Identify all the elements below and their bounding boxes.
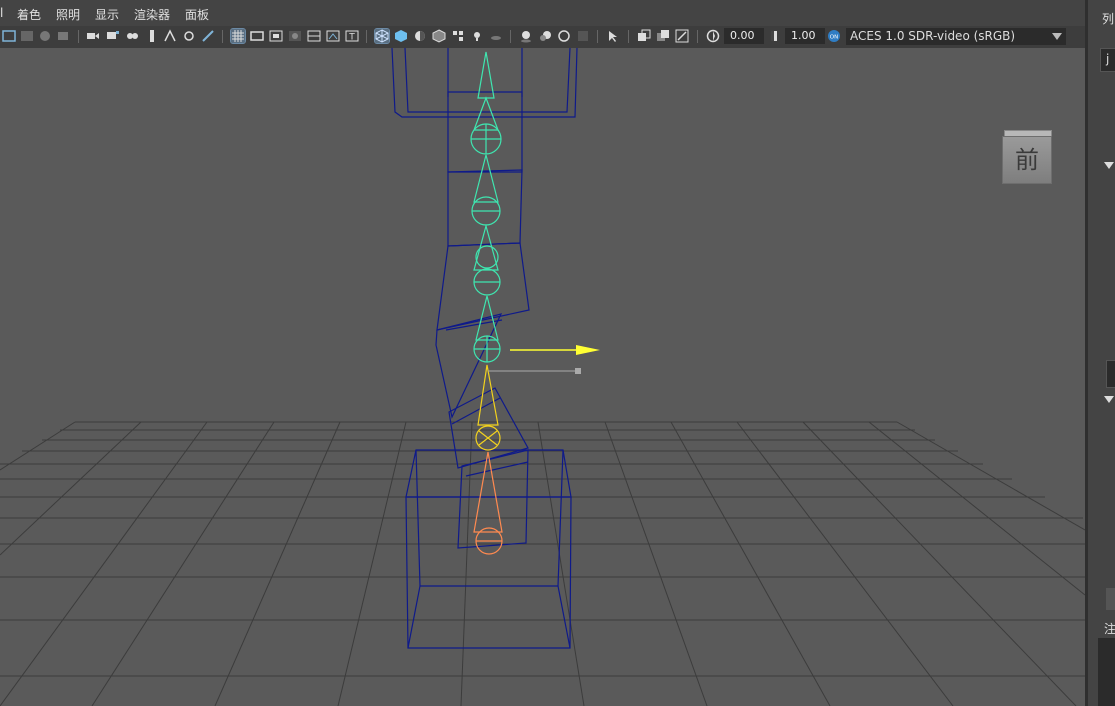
colorspace-value: ACES 1.0 SDR-video (sRGB) — [850, 29, 1016, 43]
exposure-icon[interactable] — [706, 29, 720, 43]
default-material-icon[interactable] — [413, 29, 427, 43]
collapse-arrow-icon[interactable] — [1104, 396, 1114, 403]
toolbar-divider — [78, 30, 79, 43]
resolution-gate-icon[interactable] — [269, 29, 283, 43]
select-camera-icon[interactable] — [2, 29, 16, 43]
paint-icon[interactable] — [201, 29, 215, 43]
gamma-field[interactable]: 1.00 — [785, 28, 825, 44]
xray-joints-toggle-icon[interactable] — [675, 29, 689, 43]
scene-canvas — [0, 48, 1085, 706]
view-cube[interactable]: 前 — [1002, 130, 1052, 184]
joint-chain-foot — [473, 451, 503, 555]
menu-item-panels[interactable]: 面板 — [185, 6, 209, 23]
toolbar-divider — [366, 30, 367, 43]
toolbar-divider — [510, 30, 511, 43]
viewport-toolbar: T 0.00 1.00 ON ACES 1.0 SDR-video (sRGB) — [0, 26, 1088, 49]
chevron-down-icon — [1052, 33, 1062, 40]
screen-space-ao-icon[interactable] — [519, 29, 533, 43]
xray-active-components-icon[interactable] — [656, 29, 670, 43]
toolbar-divider — [697, 30, 698, 43]
xray-icon[interactable] — [637, 29, 651, 43]
svg-text:T: T — [348, 33, 355, 43]
gamma-icon[interactable] — [767, 29, 781, 43]
foot-control-box — [405, 449, 572, 649]
side-panel-box[interactable] — [1106, 360, 1115, 388]
grid-toggle-icon[interactable] — [163, 29, 177, 43]
multisample-aa-icon[interactable] — [557, 29, 571, 43]
wireframe-icon[interactable] — [374, 28, 390, 44]
camera-icon[interactable] — [86, 29, 100, 43]
grid-icon[interactable] — [230, 28, 246, 44]
colorspace-badge: ON — [830, 35, 838, 41]
toolbar-divider — [222, 30, 223, 43]
view-transform-icon[interactable]: ON — [827, 29, 841, 43]
side-panel-button[interactable] — [1106, 588, 1115, 610]
exposure-field[interactable]: 0.00 — [724, 28, 764, 44]
collapse-arrow-icon[interactable] — [1104, 162, 1114, 169]
use-all-lights-icon[interactable] — [470, 29, 484, 43]
grease-pencil-icon[interactable] — [145, 29, 159, 43]
toolbar-divider — [597, 30, 598, 43]
view-cube-front-face[interactable]: 前 — [1002, 136, 1052, 184]
side-panel-field-text: j — [1106, 52, 1110, 66]
xray-joints-icon[interactable] — [182, 29, 196, 43]
bone-control-boxes — [435, 91, 530, 549]
side-panel: 列 j 注 — [1088, 0, 1115, 706]
side-panel-field[interactable]: j — [1100, 48, 1115, 72]
perspective-viewport[interactable]: 前 — [0, 48, 1085, 706]
ground-grid — [0, 421, 1085, 706]
safe-title-icon[interactable]: T — [345, 29, 359, 43]
smooth-shade-icon[interactable] — [394, 29, 408, 43]
menu-item-show[interactable]: 显示 — [95, 6, 119, 23]
side-panel-note: 注 — [1104, 622, 1115, 636]
motion-blur-icon[interactable] — [538, 29, 552, 43]
menu-item-shading[interactable]: 着色 — [17, 6, 41, 23]
camera-attributes-icon[interactable] — [38, 29, 52, 43]
safe-action-icon[interactable] — [326, 29, 340, 43]
gate-mask-icon[interactable] — [288, 29, 302, 43]
isolate-select-icon[interactable] — [606, 29, 620, 43]
colorspace-select[interactable]: ACES 1.0 SDR-video (sRGB) — [846, 28, 1066, 45]
shadows-icon[interactable] — [489, 29, 503, 43]
menu-item-view-partial[interactable]: l — [0, 6, 3, 20]
field-chart-icon[interactable] — [307, 29, 321, 43]
viewport-menu-bar: l 着色 照明 显示 渲染器 面板 — [0, 0, 1088, 26]
move-manipulator[interactable] — [488, 345, 600, 374]
image-plane-icon[interactable] — [106, 29, 120, 43]
side-panel-text-area[interactable] — [1098, 638, 1115, 706]
menu-item-renderer[interactable]: 渲染器 — [134, 6, 170, 23]
depth-of-field-icon[interactable] — [576, 29, 590, 43]
menu-item-lighting[interactable]: 照明 — [56, 6, 80, 23]
2d-pan-zoom-icon[interactable] — [125, 29, 139, 43]
side-panel-header: 列 — [1102, 12, 1115, 26]
textured-icon[interactable] — [451, 29, 465, 43]
film-gate-icon[interactable] — [250, 29, 264, 43]
lock-camera-icon[interactable] — [20, 29, 34, 43]
toolbar-divider — [628, 30, 629, 43]
wireframe-on-shaded-icon[interactable] — [432, 29, 446, 43]
joint-chain-knee — [475, 364, 501, 451]
bookmarks-icon[interactable] — [56, 29, 70, 43]
